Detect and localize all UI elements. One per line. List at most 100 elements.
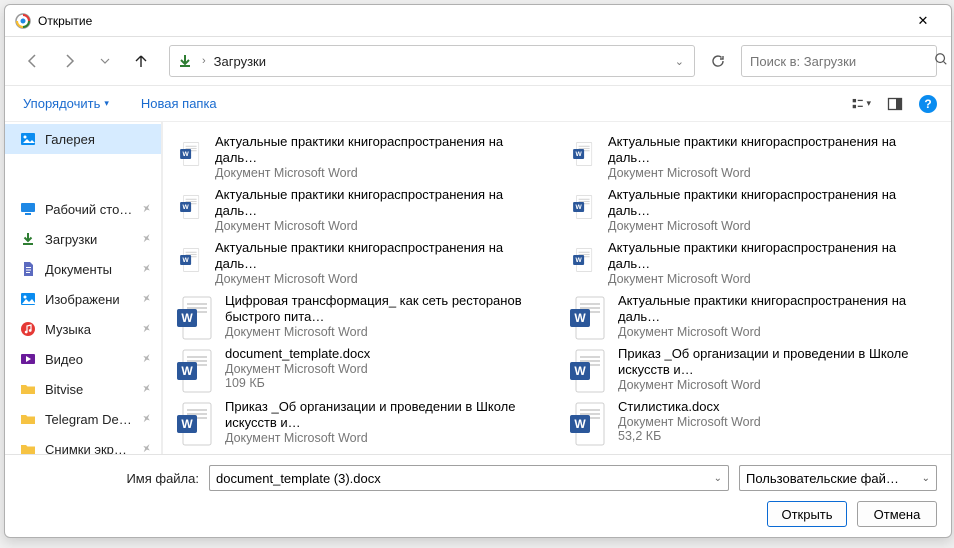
svg-text:W: W: [181, 417, 193, 431]
svg-text:W: W: [182, 204, 189, 211]
sidebar-item-label: Bitvise: [45, 382, 83, 397]
preview-pane-button[interactable]: [885, 94, 905, 114]
file-text: Актуальные практики книгораспространения…: [215, 187, 546, 233]
file-text: Цифровая трансформация_ как сеть рестора…: [225, 293, 546, 339]
file-type: Документ Microsoft Word: [608, 166, 939, 180]
footer: Имя файла: document_template (3).docx ⌄ …: [5, 454, 951, 537]
file-type: Документ Microsoft Word: [608, 219, 939, 233]
sidebar-item[interactable]: Bitvise: [5, 374, 161, 404]
pin-icon: [138, 260, 154, 277]
file-text: Актуальные практики книгораспространения…: [215, 240, 546, 286]
app-icon: [15, 13, 31, 29]
sidebar-item[interactable]: Загрузки: [5, 224, 161, 254]
file-type: Документ Microsoft Word: [225, 431, 546, 445]
pin-icon: [138, 410, 154, 427]
sidebar-item[interactable]: Снимки экрана: [5, 434, 161, 454]
word-doc-icon: W: [568, 136, 598, 172]
recent-dropdown[interactable]: [91, 47, 119, 75]
new-folder-button[interactable]: Новая папка: [137, 92, 221, 115]
cancel-button[interactable]: Отмена: [857, 501, 937, 527]
word-doc-icon: W: [175, 401, 215, 446]
filename-value: document_template (3).docx: [216, 471, 381, 486]
file-size: 109 КБ: [225, 376, 370, 390]
file-item[interactable]: W Актуальные практики книгораспространен…: [167, 183, 554, 234]
svg-text:W: W: [181, 311, 193, 325]
file-text: Актуальные практики книгораспространения…: [608, 187, 939, 233]
file-item[interactable]: W Цифровая трансформация_ как сеть ресто…: [167, 289, 554, 340]
sidebar-item[interactable]: Изображени: [5, 284, 161, 314]
organize-button[interactable]: Упорядочить▾: [19, 92, 113, 115]
search-input[interactable]: [750, 54, 926, 69]
folder-icon: [19, 410, 37, 428]
word-doc-icon: W: [175, 242, 205, 278]
sidebar-item-label: Загрузки: [45, 232, 97, 247]
download-icon: [176, 52, 194, 70]
file-title: Цифровая трансформация_ как сеть рестора…: [225, 293, 546, 325]
file-title: Актуальные практики книгораспространения…: [608, 134, 939, 166]
view-mode-button[interactable]: ▾: [851, 94, 871, 114]
sidebar-item[interactable]: Музыка: [5, 314, 161, 344]
file-item[interactable]: W Приказ _Об организации и проведении в …: [560, 342, 947, 393]
file-item[interactable]: W document_template.docx Документ Micros…: [167, 342, 554, 393]
refresh-button[interactable]: [703, 46, 733, 76]
file-list[interactable]: W Актуальные практики книгораспространен…: [163, 122, 951, 454]
sidebar-item-label: Документы: [45, 262, 112, 277]
file-title: Актуальные практики книгораспространения…: [608, 187, 939, 219]
sidebar-item[interactable]: Видео: [5, 344, 161, 374]
file-type: Документ Microsoft Word: [618, 378, 939, 392]
file-item[interactable]: W Актуальные практики книгораспространен…: [167, 130, 554, 181]
file-text: Актуальные практики книгораспространения…: [215, 134, 546, 180]
file-type: Документ Microsoft Word: [215, 166, 546, 180]
filetype-select[interactable]: Пользовательские файлы (*.d ⌄: [739, 465, 937, 491]
chevron-right-icon: ›: [202, 55, 206, 67]
file-item[interactable]: W Актуальные практики книгораспространен…: [560, 289, 947, 340]
file-item[interactable]: W Стилистика.docx Документ Microsoft Wor…: [560, 395, 947, 446]
file-size: 53,2 КБ: [618, 429, 761, 443]
file-type: Документ Microsoft Word: [225, 325, 546, 339]
help-button[interactable]: ?: [919, 95, 937, 113]
close-button[interactable]: ✕: [901, 6, 945, 36]
svg-text:W: W: [574, 364, 586, 378]
file-title: Приказ _Об организации и проведении в Шк…: [225, 399, 546, 431]
sidebar-item-label: Telegram Deskto: [45, 412, 133, 427]
file-text: Актуальные практики книгораспространения…: [618, 293, 939, 339]
file-type: Документ Microsoft Word: [215, 219, 546, 233]
desktop-icon: [19, 200, 37, 218]
svg-text:W: W: [181, 364, 193, 378]
file-title: Актуальные практики книгораспространения…: [215, 240, 546, 272]
pin-icon: [138, 320, 154, 337]
file-item[interactable]: W Актуальные практики книгораспространен…: [560, 130, 947, 181]
file-item[interactable]: W Актуальные практики книгораспространен…: [167, 236, 554, 287]
word-doc-icon: W: [568, 348, 608, 393]
pin-icon: [138, 350, 154, 367]
sidebar-item[interactable]: Документы: [5, 254, 161, 284]
path-dropdown[interactable]: ⌄: [671, 51, 688, 72]
address-bar[interactable]: › Загрузки ⌄: [169, 45, 695, 77]
filename-dropdown[interactable]: ⌄: [714, 473, 722, 484]
document-icon: [19, 260, 37, 278]
open-button[interactable]: Открыть: [767, 501, 847, 527]
filetype-value: Пользовательские файлы (*.d: [746, 471, 906, 486]
close-icon: ✕: [918, 13, 929, 29]
file-type: Документ Microsoft Word: [618, 325, 939, 339]
folder-icon: [19, 440, 37, 454]
pin-icon: [138, 230, 154, 247]
file-item[interactable]: W Актуальные практики книгораспространен…: [560, 236, 947, 287]
forward-button[interactable]: [55, 47, 83, 75]
sidebar-item-label: Галерея: [45, 132, 95, 147]
back-button[interactable]: [19, 47, 47, 75]
sidebar-item-gallery[interactable]: Галерея: [5, 124, 161, 154]
file-item[interactable]: W Актуальные практики книгораспространен…: [560, 183, 947, 234]
word-doc-icon: W: [175, 295, 215, 340]
up-button[interactable]: [127, 47, 155, 75]
path-text: Загрузки: [214, 54, 266, 69]
gallery-icon: [19, 130, 37, 148]
toolbar: Упорядочить▾ Новая папка ▾ ?: [5, 86, 951, 122]
filename-input[interactable]: document_template (3).docx ⌄: [209, 465, 729, 491]
svg-text:W: W: [574, 417, 586, 431]
file-item[interactable]: W Приказ _Об организации и проведении в …: [167, 395, 554, 446]
search-box[interactable]: [741, 45, 937, 77]
file-title: Актуальные практики книгораспространения…: [215, 187, 546, 219]
sidebar-item[interactable]: Telegram Deskto: [5, 404, 161, 434]
sidebar-item[interactable]: Рабочий сто…: [5, 194, 161, 224]
